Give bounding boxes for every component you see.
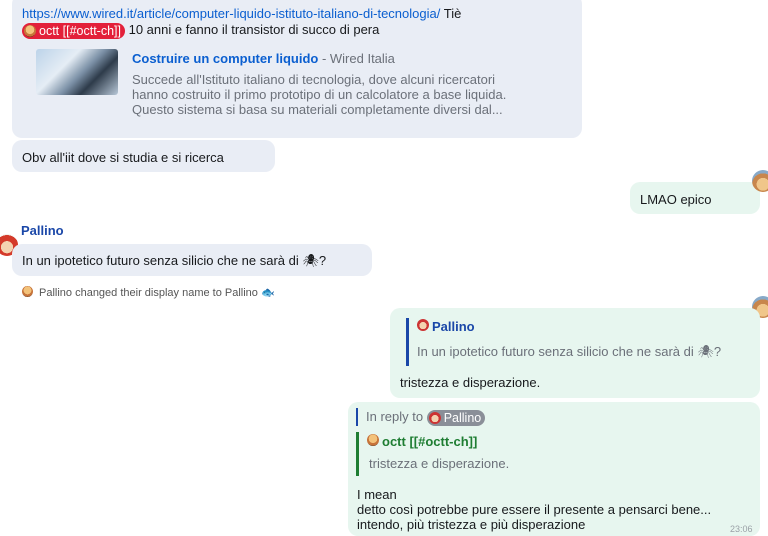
- reply-user-pill[interactable]: Pallino: [426, 409, 486, 426]
- message-timestamp: 23:06: [730, 524, 753, 534]
- message-line: I mean: [357, 487, 397, 502]
- description-line: hanno costruito il primo prototipo di un…: [132, 87, 507, 102]
- article-link[interactable]: https://www.wired.it/article/computer-li…: [22, 6, 440, 21]
- link-preview-title[interactable]: Costruire un computer liquido: [132, 51, 318, 66]
- message-text-line: https://www.wired.it/article/computer-li…: [22, 6, 461, 21]
- message-bubble-own-reply: Pallino In un ipotetico futuro senza sil…: [390, 308, 760, 398]
- message-text-line-2: octt [[#octt-ch]] 10 anni e fanno il tra…: [22, 22, 379, 39]
- in-reply-to[interactable]: In reply to Pallino: [356, 408, 486, 426]
- state-event: Pallino changed their display name to Pa…: [22, 286, 275, 299]
- description-line: Questo sistema si basa su materiali comp…: [132, 102, 503, 117]
- mention-avatar-icon: [24, 24, 36, 37]
- message-bubble-link: https://www.wired.it/article/computer-li…: [12, 0, 582, 138]
- quote-avatar-icon: [417, 319, 429, 331]
- message-text: In un ipotetico futuro senza silicio che…: [22, 253, 327, 268]
- pill-avatar-icon: [428, 411, 441, 424]
- message-text: LMAO epico: [640, 192, 712, 207]
- reply-quote[interactable]: Pallino In un ipotetico futuro senza sil…: [406, 318, 721, 366]
- message-text: tristezza e disperazione.: [400, 375, 541, 390]
- quote-sender: octt [[#octt-ch]]: [367, 434, 477, 449]
- own-avatar[interactable]: [752, 170, 768, 192]
- message-bubble-own-reply-chain: In reply to Pallino octt [[#octt-ch]] tr…: [348, 402, 760, 536]
- user-mention-pill[interactable]: octt [[#octt-ch]]: [22, 22, 125, 39]
- event-text: Pallino changed their display name to Pa…: [39, 287, 275, 299]
- sender-name[interactable]: Pallino: [21, 223, 64, 238]
- description-line: Succede all'Istituto italiano di tecnolo…: [132, 72, 496, 87]
- message-body: I mean detto così potrebbe pure essere i…: [357, 487, 711, 532]
- message-text: 10 anni e fanno il transistor di succo d…: [128, 22, 380, 37]
- link-preview-header: Costruire un computer liquido - Wired It…: [132, 51, 395, 66]
- quote-sender-name: Pallino: [432, 319, 475, 334]
- link-preview-description: Succede all'Istituto italiano di tecnolo…: [132, 72, 506, 117]
- event-avatar-icon: [22, 286, 33, 297]
- pill-label: Pallino: [443, 410, 482, 425]
- quote-avatar-icon: [367, 434, 379, 446]
- quote-sender: Pallino: [417, 319, 475, 334]
- quote-sender-name: octt [[#octt-ch]]: [382, 434, 478, 449]
- message-line: detto così potrebbe pure essere il prese…: [357, 502, 712, 517]
- message-text: Obv all'iit dove si studia e si ricerca: [22, 150, 224, 165]
- link-preview-image[interactable]: [36, 49, 118, 95]
- mention-label: octt [[#octt-ch]]: [39, 23, 121, 38]
- link-preview-site: - Wired Italia: [318, 51, 395, 66]
- in-reply-to-label: In reply to: [366, 409, 424, 424]
- message-bubble: In un ipotetico futuro senza silicio che…: [12, 244, 372, 276]
- message-text: Tiè: [443, 6, 462, 21]
- reply-quote[interactable]: octt [[#octt-ch]] tristezza e disperazio…: [356, 432, 509, 476]
- quote-text: In un ipotetico futuro senza silicio che…: [417, 344, 722, 359]
- message-bubble: Obv all'iit dove si studia e si ricerca: [12, 140, 275, 172]
- message-bubble-own: LMAO epico: [630, 182, 760, 214]
- message-line: intendo, più tristezza e più disperazion…: [357, 517, 586, 532]
- quote-text: tristezza e disperazione.: [369, 456, 510, 471]
